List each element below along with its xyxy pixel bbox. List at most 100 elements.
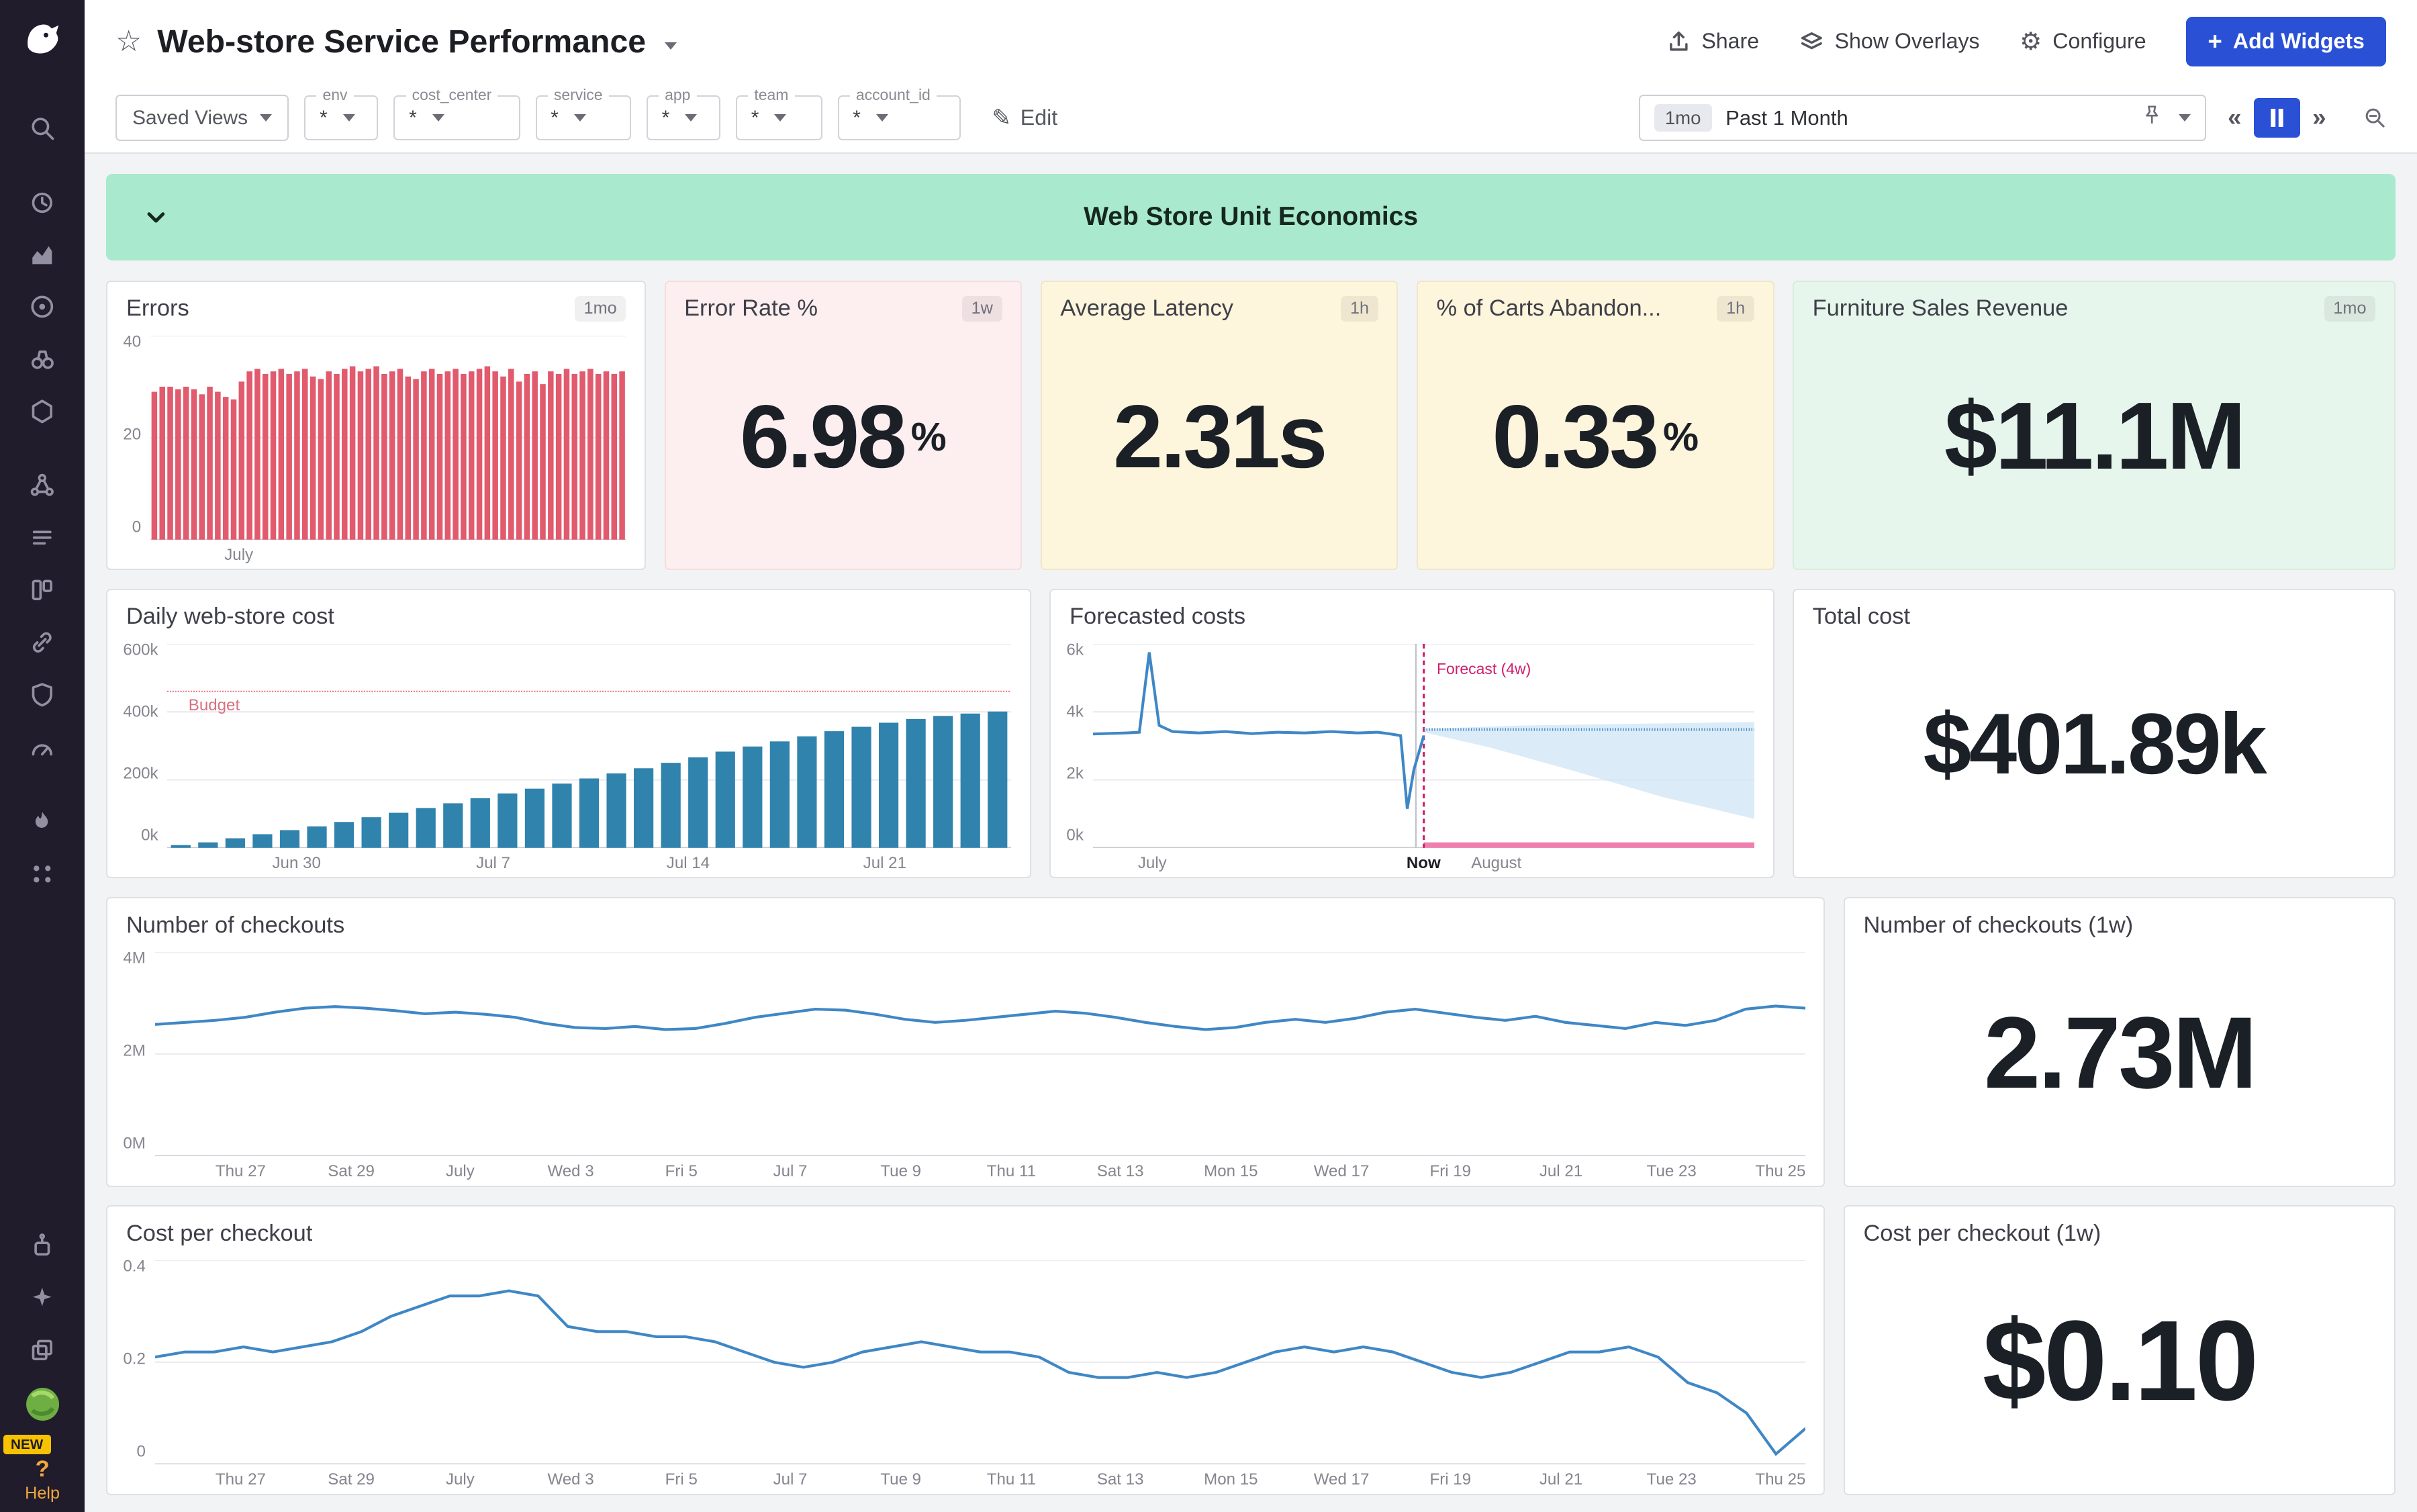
edit-button[interactable]: ✎ Edit [992, 105, 1057, 132]
favorite-star-icon[interactable]: ☆ [115, 25, 142, 58]
gear-icon: ⚙ [2020, 30, 2042, 54]
title-caret-icon[interactable] [665, 28, 677, 56]
cost-per-checkout-chart[interactable]: 0.40.20Thu 27Sat 29JulyWed 3Fri 5Jul 7Tu… [107, 1251, 1823, 1494]
time-range-label: Past 1 Month [1725, 106, 1848, 130]
caret-down-icon [2179, 114, 2191, 122]
watchdog-icon[interactable] [0, 281, 85, 333]
template-var-env[interactable]: env * [304, 95, 378, 140]
query-value: 2.31s [1042, 326, 1397, 569]
magnifier-minus-icon [2363, 106, 2386, 129]
errors-chart[interactable]: 40200July [107, 326, 645, 569]
caret-down-icon [774, 114, 786, 122]
template-var-service[interactable]: service * [536, 95, 631, 140]
caret-down-icon [876, 114, 888, 122]
widget-furniture-revenue: Furniture Sales Revenue 1mo $11.1M [1793, 281, 2396, 571]
zoom-out-button[interactable] [2363, 106, 2386, 129]
integrations-icon[interactable] [0, 616, 85, 669]
timeframe-badge: 1mo [2324, 296, 2376, 322]
widget-total-cost: Total cost $401.89k [1793, 589, 2396, 879]
help-label[interactable]: Help [25, 1484, 60, 1503]
show-overlays-button[interactable]: Show Overlays [1799, 29, 1980, 54]
network-icon[interactable] [0, 459, 85, 512]
template-var-team[interactable]: team * [736, 95, 822, 140]
history-icon[interactable] [0, 176, 85, 228]
group-banner: Web Store Unit Economics [106, 174, 2395, 261]
widget-cost-per-checkout: Cost per checkout 0.40.20Thu 27Sat 29Jul… [106, 1205, 1825, 1495]
widget-checkouts-1w: Number of checkouts (1w) 2.73M [1844, 897, 2396, 1187]
pencil-icon: ✎ [992, 105, 1011, 132]
sidebar: NEW ? Help [0, 0, 85, 1512]
apm-icon[interactable] [0, 333, 85, 385]
widget-errors: Errors 1mo 40200July [106, 281, 646, 571]
monitors-icon[interactable] [0, 721, 85, 773]
pause-icon [2269, 109, 2285, 128]
time-forward-button[interactable]: » [2310, 105, 2330, 130]
forecast-chart[interactable]: 6k4k2k0kForecast (4w)JulyNowAugust [1051, 634, 1772, 877]
time-back-button[interactable]: « [2225, 105, 2245, 130]
timeframe-badge: 1h [1341, 296, 1378, 322]
logs-icon[interactable] [0, 512, 85, 564]
help-icon[interactable]: ? [36, 1457, 50, 1482]
query-value: $11.1M [1794, 326, 2394, 569]
template-var-app[interactable]: app * [647, 95, 720, 140]
caret-down-icon [343, 114, 355, 122]
dashboards-icon[interactable] [0, 564, 85, 616]
query-value: $401.89k [1794, 634, 2394, 877]
share-icon [1666, 30, 1691, 54]
plus-icon: + [2208, 30, 2222, 54]
search-icon[interactable] [0, 102, 85, 154]
incidents-icon[interactable] [0, 796, 85, 848]
user-avatar[interactable] [0, 1376, 85, 1432]
widget-average-latency: Average Latency 1h 2.31s [1041, 281, 1399, 571]
topbar: ☆ Web-store Service Performance Share Sh… [85, 0, 2417, 154]
widget-title: Cost per checkout [126, 1221, 312, 1247]
widget-carts-abandoned: % of Carts Abandon... 1h 0.33% [1417, 281, 1774, 571]
new-badge: NEW [3, 1435, 51, 1454]
sidebar-bottom: NEW ? Help [0, 1219, 85, 1512]
widget-title: Total cost [1813, 604, 1910, 630]
share-button[interactable]: Share [1666, 29, 1760, 54]
main-area: ☆ Web-store Service Performance Share Sh… [85, 0, 2417, 1512]
pin-icon[interactable] [2140, 103, 2163, 132]
synthetics-icon[interactable] [0, 848, 85, 900]
infrastructure-icon[interactable] [0, 385, 85, 438]
widget-title: % of Carts Abandon... [1436, 295, 1661, 322]
metrics-icon[interactable] [0, 228, 85, 281]
checkouts-chart[interactable]: 4M2M0MThu 27Sat 29JulyWed 3Fri 5Jul 7Tue… [107, 943, 1823, 1185]
group-title: Web Store Unit Economics [1084, 202, 1418, 232]
collapse-chevron-icon[interactable] [144, 205, 169, 230]
assistant-sparkle-icon[interactable] [0, 1272, 85, 1324]
caret-down-icon [260, 114, 272, 122]
saved-views-dropdown[interactable]: Saved Views [115, 95, 289, 141]
widget-title: Errors [126, 295, 189, 322]
widget-title: Daily web-store cost [126, 604, 334, 630]
query-value: 0.33% [1418, 326, 1773, 569]
widget-forecasted-costs: Forecasted costs 6k4k2k0kForecast (4w)Ju… [1049, 589, 1774, 879]
pause-button[interactable] [2254, 98, 2300, 138]
template-var-cost-center[interactable]: cost_center * [393, 95, 520, 140]
template-var-account-id[interactable]: account_id * [838, 95, 961, 140]
copy-stack-icon[interactable] [0, 1324, 85, 1376]
caret-down-icon [685, 114, 697, 122]
widget-daily-cost: Daily web-store cost 600k400k200k0kBudge… [106, 589, 1031, 879]
add-widgets-button[interactable]: + Add Widgets [2186, 17, 2386, 66]
app-root: NEW ? Help ☆ Web-store Service Performan… [0, 0, 2417, 1512]
caret-down-icon [432, 114, 444, 122]
page-title: Web-store Service Performance [157, 23, 646, 60]
query-value: $0.10 [1845, 1251, 2394, 1494]
query-value: 6.98% [666, 326, 1021, 569]
widget-title: Number of checkouts [126, 912, 344, 939]
overlays-icon [1799, 30, 1824, 54]
timeframe-badge: 1w [962, 296, 1002, 322]
time-range-selector[interactable]: 1mo Past 1 Month [1639, 95, 2206, 141]
widget-title: Average Latency [1060, 295, 1233, 322]
widget-title: Furniture Sales Revenue [1813, 295, 2069, 322]
daily-cost-chart[interactable]: 600k400k200k0kBudgetJun 30Jul 7Jul 14Jul… [107, 634, 1030, 877]
widget-error-rate: Error Rate % 1w 6.98% [665, 281, 1023, 571]
configure-button[interactable]: ⚙ Configure [2020, 29, 2146, 54]
datadog-logo[interactable] [0, 0, 85, 80]
security-icon[interactable] [0, 669, 85, 721]
agent-icon[interactable] [0, 1219, 85, 1272]
sidebar-nav [0, 102, 85, 900]
widget-title: Error Rate % [684, 295, 818, 322]
